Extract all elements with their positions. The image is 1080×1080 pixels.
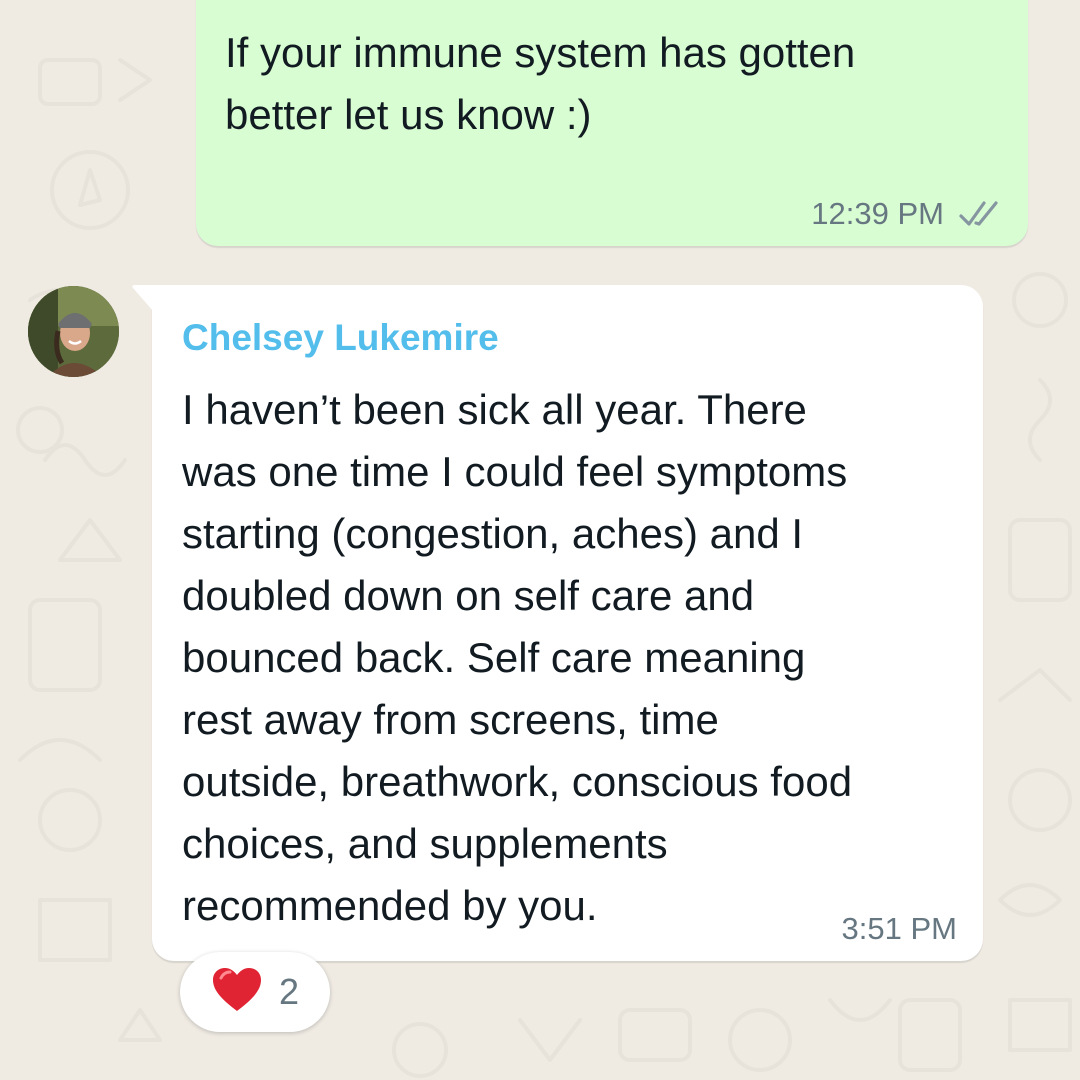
outgoing-message-meta: 12:39 PM (811, 196, 1002, 232)
outgoing-message-bubble[interactable]: If your immune system has gotten better … (196, 0, 1028, 246)
incoming-message-text: I haven’t been sick all year. There was … (182, 386, 853, 929)
reaction-pill[interactable]: 2 (180, 952, 330, 1032)
outgoing-message-text: If your immune system has gotten better … (225, 29, 856, 138)
bubble-tail (132, 285, 153, 311)
incoming-message-bubble[interactable]: Chelsey Lukemire I haven’t been sick all… (132, 285, 983, 961)
sender-avatar[interactable] (28, 286, 119, 377)
outgoing-message-time: 12:39 PM (811, 196, 944, 231)
double-check-icon (958, 199, 1002, 229)
reaction-count: 2 (278, 971, 300, 1012)
incoming-message-time: 3:51 PM (841, 911, 957, 946)
red-heart-icon (211, 966, 263, 1019)
sender-name[interactable]: Chelsey Lukemire (182, 317, 499, 359)
